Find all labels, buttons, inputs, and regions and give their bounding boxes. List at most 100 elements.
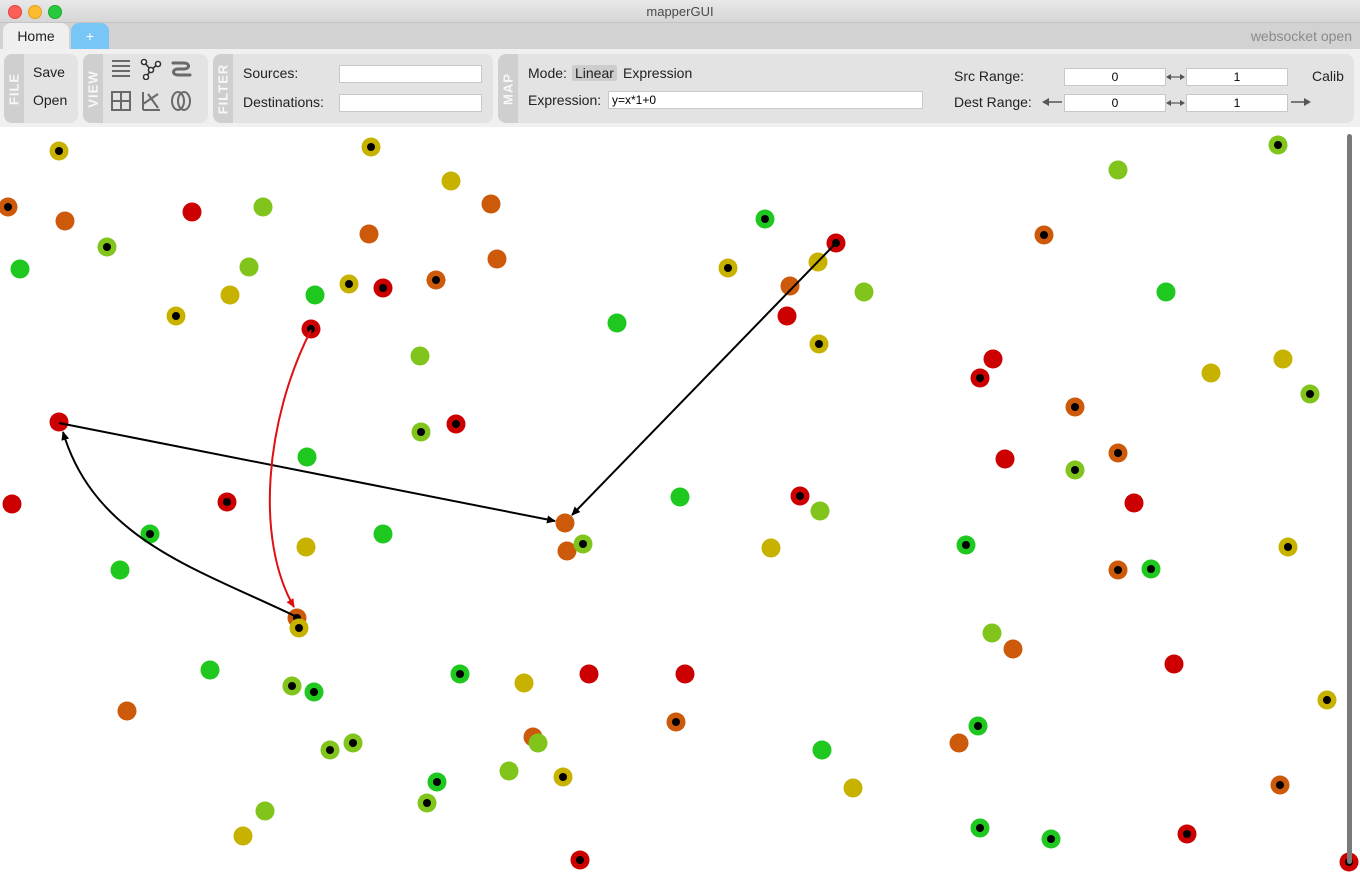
signal-node[interactable] [305, 285, 325, 305]
signal-node-dot [379, 284, 387, 292]
signal-node-dot [559, 773, 567, 781]
signal-node-dot [367, 143, 375, 151]
signal-node[interactable] [1273, 349, 1293, 369]
signal-node[interactable] [487, 249, 507, 269]
parallel-view-icon[interactable] [140, 90, 162, 112]
signal-node[interactable] [297, 447, 317, 467]
calib-toggle[interactable]: Calib [1312, 68, 1344, 84]
expression-label: Expression: [528, 92, 602, 108]
signal-node[interactable] [982, 623, 1002, 643]
signal-node-dot [1114, 449, 1122, 457]
signal-node[interactable] [995, 449, 1015, 469]
signal-node[interactable] [10, 259, 30, 279]
expression-input[interactable] [608, 91, 923, 109]
signal-canvas[interactable] [0, 127, 1360, 873]
dest-range-min-input[interactable] [1064, 94, 1166, 112]
signal-node[interactable] [233, 826, 253, 846]
signal-node[interactable] [296, 537, 316, 557]
signal-node-dot [1323, 696, 1331, 704]
grid-view-icon[interactable] [110, 90, 132, 112]
signal-node[interactable] [200, 660, 220, 680]
destinations-filter-input[interactable] [339, 94, 482, 112]
signal-node-dot [976, 824, 984, 832]
signal-node[interactable] [761, 538, 781, 558]
signal-node[interactable] [117, 701, 137, 721]
signal-node-dot [579, 540, 587, 548]
signal-node[interactable] [1164, 654, 1184, 674]
signal-node-dot [976, 374, 984, 382]
signal-node[interactable] [1156, 282, 1176, 302]
dest-min-boundary-icon[interactable] [1042, 97, 1062, 107]
signal-node[interactable] [949, 733, 969, 753]
map-arrow[interactable] [571, 242, 837, 516]
signal-node[interactable] [777, 306, 797, 326]
signal-node-dot [103, 243, 111, 251]
destinations-label: Destinations: [243, 94, 324, 110]
map-arrow[interactable] [61, 431, 298, 618]
graph-view-icon[interactable] [140, 58, 162, 80]
signal-node[interactable] [499, 761, 519, 781]
dest-range-swap-icon[interactable] [1166, 98, 1185, 108]
signal-node[interactable] [675, 664, 695, 684]
signal-node-dot [1306, 390, 1314, 398]
dest-range-max-input[interactable] [1186, 94, 1288, 112]
signal-node[interactable] [2, 494, 22, 514]
signal-node[interactable] [441, 171, 461, 191]
signal-node[interactable] [854, 282, 874, 302]
map-arrow[interactable] [58, 422, 556, 524]
signal-node[interactable] [843, 778, 863, 798]
signal-node[interactable] [253, 197, 273, 217]
view-panel-label: VIEW [83, 54, 103, 123]
signal-node[interactable] [359, 224, 379, 244]
sources-filter-input[interactable] [339, 65, 482, 83]
mode-expression-option[interactable]: Expression [623, 65, 692, 81]
tab-home[interactable]: Home [3, 23, 69, 49]
open-button[interactable]: Open [33, 92, 67, 108]
signal-node[interactable] [555, 513, 575, 533]
signal-node[interactable] [514, 673, 534, 693]
map-connections [58, 242, 837, 618]
mode-linear-option[interactable]: Linear [572, 65, 617, 81]
signal-node[interactable] [528, 733, 548, 753]
signal-node[interactable] [220, 285, 240, 305]
signal-node-dot [796, 492, 804, 500]
signal-node[interactable] [410, 346, 430, 366]
signal-node[interactable] [481, 194, 501, 214]
signal-node[interactable] [110, 560, 130, 580]
file-panel: FILE Save Open [4, 54, 78, 123]
signal-node-dot [55, 147, 63, 155]
signal-node[interactable] [49, 412, 69, 432]
signal-node[interactable] [579, 664, 599, 684]
src-range-min-input[interactable] [1064, 68, 1166, 86]
add-tab-button[interactable]: + [71, 23, 109, 49]
signal-node[interactable] [255, 801, 275, 821]
src-range-swap-icon[interactable] [1166, 72, 1185, 82]
signal-node[interactable] [1003, 639, 1023, 659]
signal-node-dot [456, 670, 464, 678]
src-range-max-input[interactable] [1186, 68, 1288, 86]
signal-node-dot [326, 746, 334, 754]
view-panel: VIEW [83, 54, 208, 123]
tab-bar: Home + websocket open [0, 23, 1360, 49]
signal-node[interactable] [239, 257, 259, 277]
signal-node[interactable] [780, 276, 800, 296]
dest-max-boundary-icon[interactable] [1291, 97, 1311, 107]
save-button[interactable]: Save [33, 64, 65, 80]
signal-node[interactable] [182, 202, 202, 222]
list-view-icon[interactable] [110, 58, 132, 80]
signal-node-dot [4, 203, 12, 211]
signal-node[interactable] [1108, 160, 1128, 180]
signal-node[interactable] [607, 313, 627, 333]
signal-node[interactable] [670, 487, 690, 507]
signal-node[interactable] [55, 211, 75, 231]
signal-node[interactable] [812, 740, 832, 760]
canvas-view-icon[interactable] [170, 58, 192, 80]
signal-node[interactable] [1124, 493, 1144, 513]
signal-graph[interactable] [0, 127, 1360, 873]
signal-node[interactable] [983, 349, 1003, 369]
signal-node[interactable] [810, 501, 830, 521]
signal-node[interactable] [1201, 363, 1221, 383]
balloon-view-icon[interactable] [170, 90, 192, 112]
canvas-scrollbar[interactable] [1347, 134, 1352, 864]
signal-node[interactable] [373, 524, 393, 544]
